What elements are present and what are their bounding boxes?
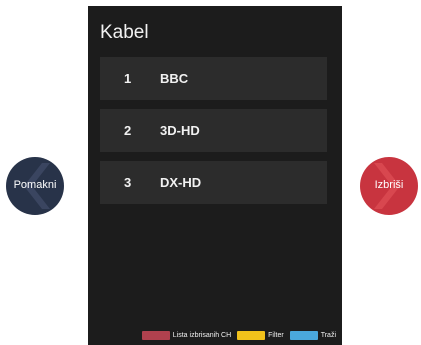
legend-search[interactable]: Traži: [289, 330, 336, 340]
legend-label: Traži: [320, 331, 336, 339]
blue-key-swatch: [289, 330, 318, 340]
yellow-key-swatch: [237, 330, 266, 340]
channel-edit-screen: Pomakni Kabel 1 BBC 2 3D-HD 3 DX-HD List…: [0, 0, 421, 345]
color-key-legend: Lista izbrisanih CH Filter Traži: [88, 325, 342, 345]
channel-row[interactable]: 2 3D-HD: [100, 109, 327, 152]
channel-name: BBC: [160, 71, 189, 86]
channel-name: DX-HD: [160, 175, 202, 190]
channel-number: 3: [124, 175, 132, 190]
delete-button-label: Izbriši: [374, 179, 404, 191]
delete-button[interactable]: Izbriši: [360, 157, 418, 215]
channel-list-panel: Kabel 1 BBC 2 3D-HD 3 DX-HD Lista izbris…: [88, 6, 342, 345]
channel-row[interactable]: 3 DX-HD: [100, 161, 327, 204]
legend-label: Filter: [268, 331, 284, 339]
channel-row[interactable]: 1 BBC: [100, 57, 327, 100]
legend-label: Lista izbrisanih CH: [172, 331, 232, 339]
legend-deleted-channels[interactable]: Lista izbrisanih CH: [141, 330, 232, 340]
channel-name: 3D-HD: [160, 123, 200, 138]
panel-title: Kabel: [100, 22, 149, 43]
legend-filter[interactable]: Filter: [237, 330, 284, 340]
red-key-swatch: [141, 330, 170, 340]
channel-number: 1: [124, 71, 132, 86]
channel-number: 2: [124, 123, 132, 138]
move-button[interactable]: Pomakni: [6, 157, 64, 215]
move-button-label: Pomakni: [13, 179, 57, 191]
